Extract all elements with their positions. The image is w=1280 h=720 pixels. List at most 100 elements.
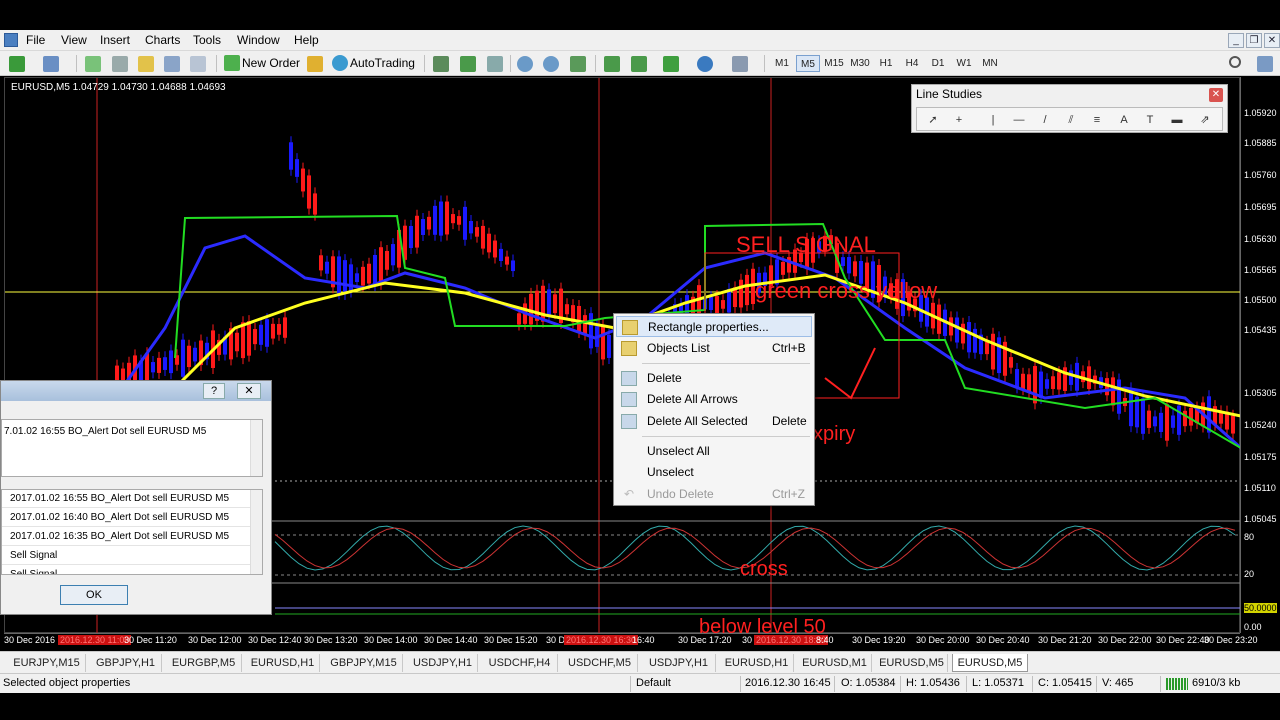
autoscroll-icon[interactable]	[603, 54, 621, 73]
search-icon[interactable]	[1228, 54, 1242, 73]
rectangle-icon[interactable]: ▬	[1169, 112, 1185, 128]
tab-usdchf-h4[interactable]: USDCHF,H4	[482, 654, 558, 672]
timeframe-h4[interactable]: H4	[900, 55, 924, 72]
close-button[interactable]: ✕	[237, 383, 261, 399]
minimize-icon[interactable]: _	[1228, 33, 1244, 48]
timeframe-h1[interactable]: H1	[874, 55, 898, 72]
menu-item-objects-list[interactable]: Objects List Ctrl+B	[616, 338, 812, 359]
line-chart-icon[interactable]	[486, 54, 504, 73]
list-scrollbar[interactable]	[250, 490, 262, 574]
menu-view[interactable]: View	[57, 32, 91, 49]
timeframe-m15[interactable]: M15	[822, 55, 846, 72]
zoom-out-icon[interactable]	[542, 54, 560, 73]
restore-icon[interactable]: ❐	[1246, 33, 1262, 48]
trendline-icon[interactable]: /	[1037, 112, 1053, 128]
periods-icon[interactable]	[696, 54, 714, 73]
time-tick-label: 2016.12.30 11:00	[58, 635, 132, 645]
list-item[interactable]: 2017.01.02 16:35 BO_Alert Dot sell EURUS…	[2, 528, 250, 546]
candle-body	[253, 329, 257, 345]
strategy-tester-icon[interactable]	[189, 54, 207, 73]
menu-item-delete[interactable]: Delete	[616, 368, 812, 389]
menu-item-rectangle-properties[interactable]: Rectangle properties...	[616, 316, 812, 337]
chat-icon[interactable]	[1256, 54, 1274, 73]
tab-gbpjpy-m15[interactable]: GBPJPY,M15	[325, 654, 403, 672]
tab-eurgbp-m5[interactable]: EURGBP,M5	[166, 654, 242, 672]
menu-item-unselect[interactable]: Unselect	[616, 462, 812, 483]
app-icon	[4, 33, 18, 47]
new-order-button[interactable]: New Order	[222, 54, 304, 73]
timeframe-m1[interactable]: M1	[770, 55, 794, 72]
channel-icon[interactable]: ⫽	[1063, 112, 1079, 128]
ok-button[interactable]: OK	[60, 585, 128, 605]
tab-eurjpy-m15[interactable]: EURJPY,M15	[8, 654, 86, 672]
horizontal-line-icon[interactable]: —	[1011, 112, 1027, 128]
tab-usdjpy-h1[interactable]: USDJPY,H1	[408, 654, 478, 672]
new-order-icon	[224, 55, 240, 71]
fibonacci-icon[interactable]: ≡	[1089, 112, 1105, 128]
timeframe-m30[interactable]: M30	[848, 55, 872, 72]
timeframe-w1[interactable]: W1	[952, 55, 976, 72]
vertical-line-icon[interactable]: |	[985, 112, 1001, 128]
text-icon[interactable]: A	[1116, 112, 1132, 128]
tab-gbpjpy-h1[interactable]: GBPJPY,H1	[90, 654, 162, 672]
close-icon[interactable]: ✕	[1209, 88, 1223, 102]
candle-body	[451, 214, 455, 224]
candle-body	[487, 233, 491, 253]
menu-file[interactable]: File	[22, 32, 49, 49]
menu-help[interactable]: Help	[290, 32, 323, 49]
price-tick-label: 1.05240	[1244, 420, 1277, 430]
menu-window[interactable]: Window	[233, 32, 284, 49]
new-chart-icon[interactable]	[8, 54, 26, 73]
timeframe-mn[interactable]: MN	[978, 55, 1002, 72]
menu-item-undo-delete[interactable]: ↶ Undo Delete Ctrl+Z	[616, 484, 812, 505]
menu-item-delete-all-arrows[interactable]: Delete All Arrows	[616, 389, 812, 410]
indicators-icon[interactable]	[662, 54, 680, 73]
bar-chart-icon[interactable]	[432, 54, 450, 73]
list-item[interactable]: Sell Signal	[2, 566, 250, 574]
alert-titlebar[interactable]: ? ✕	[1, 381, 271, 401]
candle-body	[319, 255, 323, 271]
list-item[interactable]: Sell Signal	[2, 547, 250, 565]
candle-body	[1153, 416, 1157, 427]
menu-insert[interactable]: Insert	[96, 32, 134, 49]
list-item[interactable]: 2017.01.02 16:55 BO_Alert Dot sell EURUS…	[2, 490, 250, 508]
tab-eurusd-h1[interactable]: EURUSD,H1	[246, 654, 320, 672]
price-tick-label: 1.05760	[1244, 170, 1277, 180]
arrows-icon[interactable]: ⇗	[1197, 112, 1213, 128]
menu-charts[interactable]: Charts	[141, 32, 184, 49]
navigator-icon[interactable]	[137, 54, 155, 73]
metaeditor-icon[interactable]	[306, 54, 324, 73]
data-window-icon[interactable]	[111, 54, 129, 73]
terminal-icon[interactable]	[163, 54, 181, 73]
chart-shift-icon[interactable]	[630, 54, 648, 73]
autotrading-button[interactable]: AutoTrading	[330, 54, 419, 73]
help-button[interactable]: ?	[203, 383, 225, 399]
zoom-in-icon[interactable]	[516, 54, 534, 73]
candle-body	[1009, 357, 1013, 368]
timeframe-d1[interactable]: D1	[926, 55, 950, 72]
tab-eurusd-m5[interactable]: EURUSD,M5	[876, 654, 948, 672]
timeframe-m5[interactable]: M5	[796, 55, 820, 72]
candle-body	[391, 244, 395, 266]
tab-usdchf-m5[interactable]: USDCHF,M5	[562, 654, 638, 672]
candlestick-icon[interactable]	[459, 54, 477, 73]
close-icon[interactable]: ✕	[1264, 33, 1280, 48]
crosshair-icon[interactable]: +	[951, 112, 967, 128]
tab-eurusd-m1[interactable]: EURUSD,M1	[798, 654, 872, 672]
templates-icon[interactable]	[731, 54, 749, 73]
message-scrollbar[interactable]	[250, 420, 262, 476]
tile-windows-icon[interactable]	[569, 54, 587, 73]
connection-icon	[1166, 678, 1188, 690]
menu-item-unselect-all[interactable]: Unselect All	[616, 441, 812, 462]
tab-eurusd-m5[interactable]: EURUSD,M5	[952, 654, 1028, 672]
tab-usdjpy-h1[interactable]: USDJPY,H1	[642, 654, 716, 672]
text-label-icon[interactable]: T	[1142, 112, 1158, 128]
tab-eurusd-h1[interactable]: EURUSD,H1	[720, 654, 794, 672]
profiles-icon[interactable]	[42, 54, 60, 73]
market-watch-icon[interactable]	[84, 54, 102, 73]
list-item[interactable]: 2017.01.02 16:40 BO_Alert Dot sell EURUS…	[2, 509, 250, 527]
menu-tools[interactable]: Tools	[189, 32, 225, 49]
candle-body	[1159, 412, 1163, 432]
cursor-icon[interactable]: ➚	[925, 112, 941, 128]
menu-item-delete-all-selected[interactable]: Delete All Selected Delete	[616, 411, 812, 432]
